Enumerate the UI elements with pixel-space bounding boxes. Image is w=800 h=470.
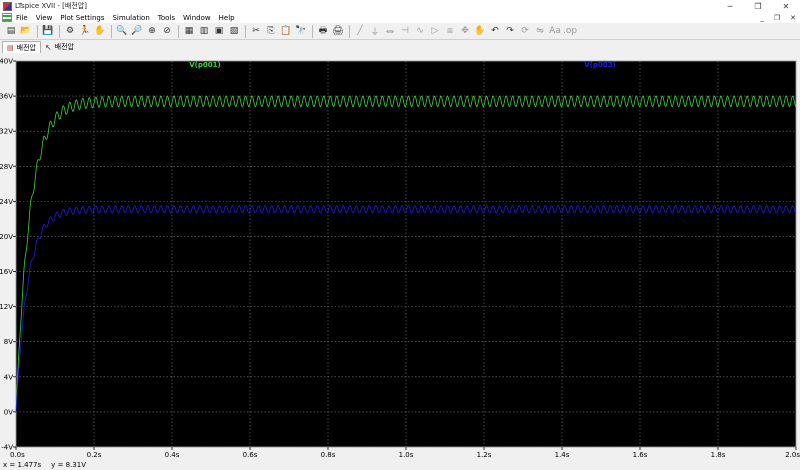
menu-plot-settings[interactable]: Plot Settings [60, 14, 104, 22]
toolbar-separator [59, 24, 60, 38]
x-tick-label: 1.4s [555, 451, 570, 459]
move-icon[interactable]: ✥ [458, 24, 472, 38]
legend-label-vp003[interactable]: V(p003) [584, 61, 615, 69]
cursor-y-readout: y = 8.31V [51, 461, 86, 469]
y-tick-label: 16V [0, 268, 13, 276]
x-tick-label: 0.4s [165, 451, 180, 459]
x-tick-label: 0.6s [243, 451, 258, 459]
legend-label-vp001[interactable]: V(p001) [189, 61, 220, 69]
status-bar: x = 1.477s y = 8.31V [0, 460, 800, 470]
toolbar-separator [245, 24, 246, 38]
close-button[interactable]: ✕ [772, 0, 800, 12]
spice-directive-icon[interactable]: .op [563, 24, 577, 38]
menu-bar: File View Plot Settings Simulation Tools… [0, 12, 800, 23]
toolbar-separator [349, 24, 350, 38]
minimize-button[interactable]: ─ [716, 0, 744, 12]
tab-bar: ▤ 배전압 ↖ 배전압 [0, 40, 800, 53]
zoom-fit-icon[interactable]: ⊕ [145, 24, 159, 38]
y-tick-label: 4V [4, 373, 13, 381]
inductor-icon[interactable]: ∿ [413, 24, 427, 38]
y-tick-label: 28V [0, 163, 13, 171]
ltspice-app-icon [3, 1, 12, 11]
text-icon[interactable]: Aa [548, 24, 562, 38]
schematic-tab-icon: ↖ [44, 42, 52, 52]
close-window-icon[interactable]: ▧ [227, 24, 241, 38]
y-tick-label: 32V [0, 128, 13, 136]
zoom-out-icon[interactable]: 🔎 [130, 24, 144, 38]
zoom-cancel-icon[interactable]: ⊘ [160, 24, 174, 38]
doc-restore-button[interactable]: ❐ [774, 14, 780, 22]
y-tick-label: 8V [4, 338, 13, 346]
menu-view[interactable]: View [36, 14, 53, 22]
doc-minimize-button[interactable]: _ [760, 14, 764, 22]
maximize-button[interactable]: ❐ [744, 0, 772, 12]
copy-icon[interactable]: ⎘ [264, 24, 278, 38]
zoom-in-icon[interactable]: 🔍 [115, 24, 129, 38]
title-bar: LTspice XVII - [배전압] ─ ❐ ✕ [0, 0, 800, 12]
cut-icon[interactable]: ✂ [249, 24, 263, 38]
mirror-icon[interactable]: ⇋ [533, 24, 547, 38]
menu-window[interactable]: Window [183, 14, 211, 22]
waveform-tab-icon: ▤ [7, 43, 14, 52]
component-icon[interactable]: ⧈ [443, 24, 457, 38]
tile-vertical-icon[interactable]: ▥ [197, 24, 211, 38]
tab-schematic-label: 배전압 [54, 43, 74, 51]
x-tick-label: 0.2s [87, 451, 102, 459]
tab-waveform[interactable]: ▤ 배전압 [2, 41, 41, 53]
new-schematic-icon[interactable]: ▤ [4, 24, 18, 38]
doc-close-button[interactable]: ✕ [790, 14, 796, 22]
drag-icon[interactable]: ✋ [473, 24, 487, 38]
print-preview-icon[interactable]: 🖶 [316, 24, 330, 38]
y-tick-label: 20V [0, 233, 13, 241]
wire-icon[interactable]: ╱ [353, 24, 367, 38]
print-icon[interactable]: 🖨 [331, 24, 345, 38]
waveform-plot[interactable]: -4V0V4V8V12V16V20V24V28V32V36V40V0.0s 0.2… [0, 53, 800, 460]
x-tick-label: 2.0s [785, 451, 800, 459]
redo-icon[interactable]: ↷ [503, 24, 517, 38]
toolbar: ▤ 📂 💾 ⚙ 🏃 ✋ 🔍 🔎 ⊕ ⊘ ▦ ▥ ▣ ▧ ✂ ⎘ 📋 🔭 🖶 🖨 ╱ ⏚ ⏛ ⊣ ∿ ▷ ⧈ ✥ ✋ ↶ ↷ ⟳ ⇋ Aa .op [0, 23, 800, 40]
rotate-icon[interactable]: ⟳ [518, 24, 532, 38]
find-icon[interactable]: 🔭 [294, 24, 308, 38]
undo-icon[interactable]: ↶ [488, 24, 502, 38]
x-tick-label: 1.8s [711, 451, 726, 459]
cursor-x-readout: x = 1.477s [3, 461, 42, 469]
open-icon[interactable]: 📂 [19, 24, 33, 38]
paste-icon[interactable]: 📋 [279, 24, 293, 38]
pan-icon[interactable]: ✋ [93, 24, 107, 38]
x-tick-label: 1.6s [633, 451, 648, 459]
y-tick-label: 36V [0, 93, 13, 101]
toolbar-separator [37, 24, 38, 38]
y-tick-label: 12V [0, 303, 13, 311]
y-tick-label: 24V [0, 198, 13, 206]
resistor-icon[interactable]: ⏛ [383, 24, 397, 38]
toolbar-separator [111, 24, 112, 38]
menu-simulation[interactable]: Simulation [112, 14, 149, 22]
y-tick-label: 40V [0, 58, 13, 66]
x-tick-label: 1.2s [477, 451, 492, 459]
x-tick-label: 0.8s [321, 451, 336, 459]
capacitor-icon[interactable]: ⊣ [398, 24, 412, 38]
menu-help[interactable]: Help [219, 14, 235, 22]
toolbar-separator [178, 24, 179, 38]
y-tick-label: 0V [4, 408, 13, 416]
diode-icon[interactable]: ▷ [428, 24, 442, 38]
x-tick-label: 0.0s [10, 451, 25, 459]
x-tick-label: 1.0s [399, 451, 414, 459]
menu-file[interactable]: File [16, 14, 28, 22]
ground-icon[interactable]: ⏚ [368, 24, 382, 38]
menu-tools[interactable]: Tools [158, 14, 175, 22]
tab-waveform-label: 배전압 [16, 43, 36, 52]
toolbar-separator [312, 24, 313, 38]
waveform-doc-icon[interactable] [2, 13, 12, 22]
window-controls: ─ ❐ ✕ [716, 0, 800, 12]
settings-icon[interactable]: ⚙ [63, 24, 77, 38]
cascade-icon[interactable]: ▣ [212, 24, 226, 38]
document-window-controls: _ ❐ ✕ [750, 12, 796, 23]
tab-schematic[interactable]: ↖ 배전압 [41, 41, 78, 53]
window-title: LTspice XVII - [배전압] [15, 2, 87, 10]
tile-horizontal-icon[interactable]: ▦ [182, 24, 196, 38]
run-icon[interactable]: 🏃 [78, 24, 92, 38]
save-icon[interactable]: 💾 [41, 24, 55, 38]
